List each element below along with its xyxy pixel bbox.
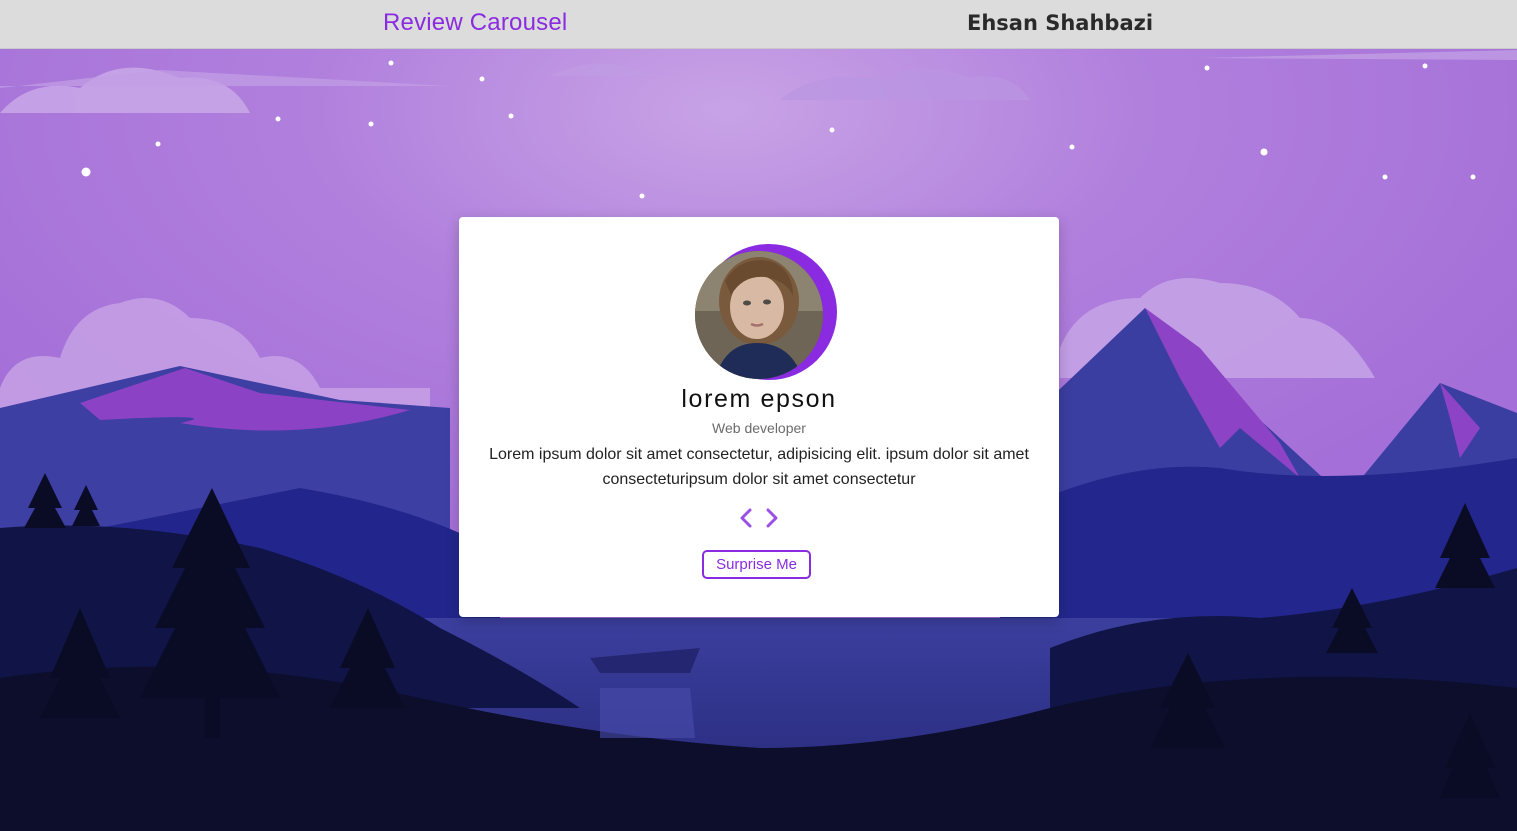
author-name: Ehsan Shahbazi [967, 11, 1154, 35]
carousel-nav [735, 505, 785, 531]
top-bar: Review Carousel Ehsan Shahbazi [0, 0, 1517, 49]
surprise-me-button[interactable]: Surprise Me [702, 550, 811, 579]
chevron-left-icon [740, 508, 752, 528]
chevron-right-icon [766, 508, 778, 528]
reviewer-name: lorem epson [681, 385, 837, 413]
review-card: lorem epson Web developer Lorem ipsum do… [459, 217, 1059, 617]
app-title: Review Carousel [383, 9, 568, 36]
next-button[interactable] [761, 505, 783, 531]
reviewer-job: Web developer [712, 420, 806, 436]
avatar-container [695, 244, 839, 382]
review-text: Lorem ipsum dolor sit amet consectetur, … [489, 446, 1029, 488]
prev-button[interactable] [735, 505, 757, 531]
avatar [695, 251, 823, 379]
